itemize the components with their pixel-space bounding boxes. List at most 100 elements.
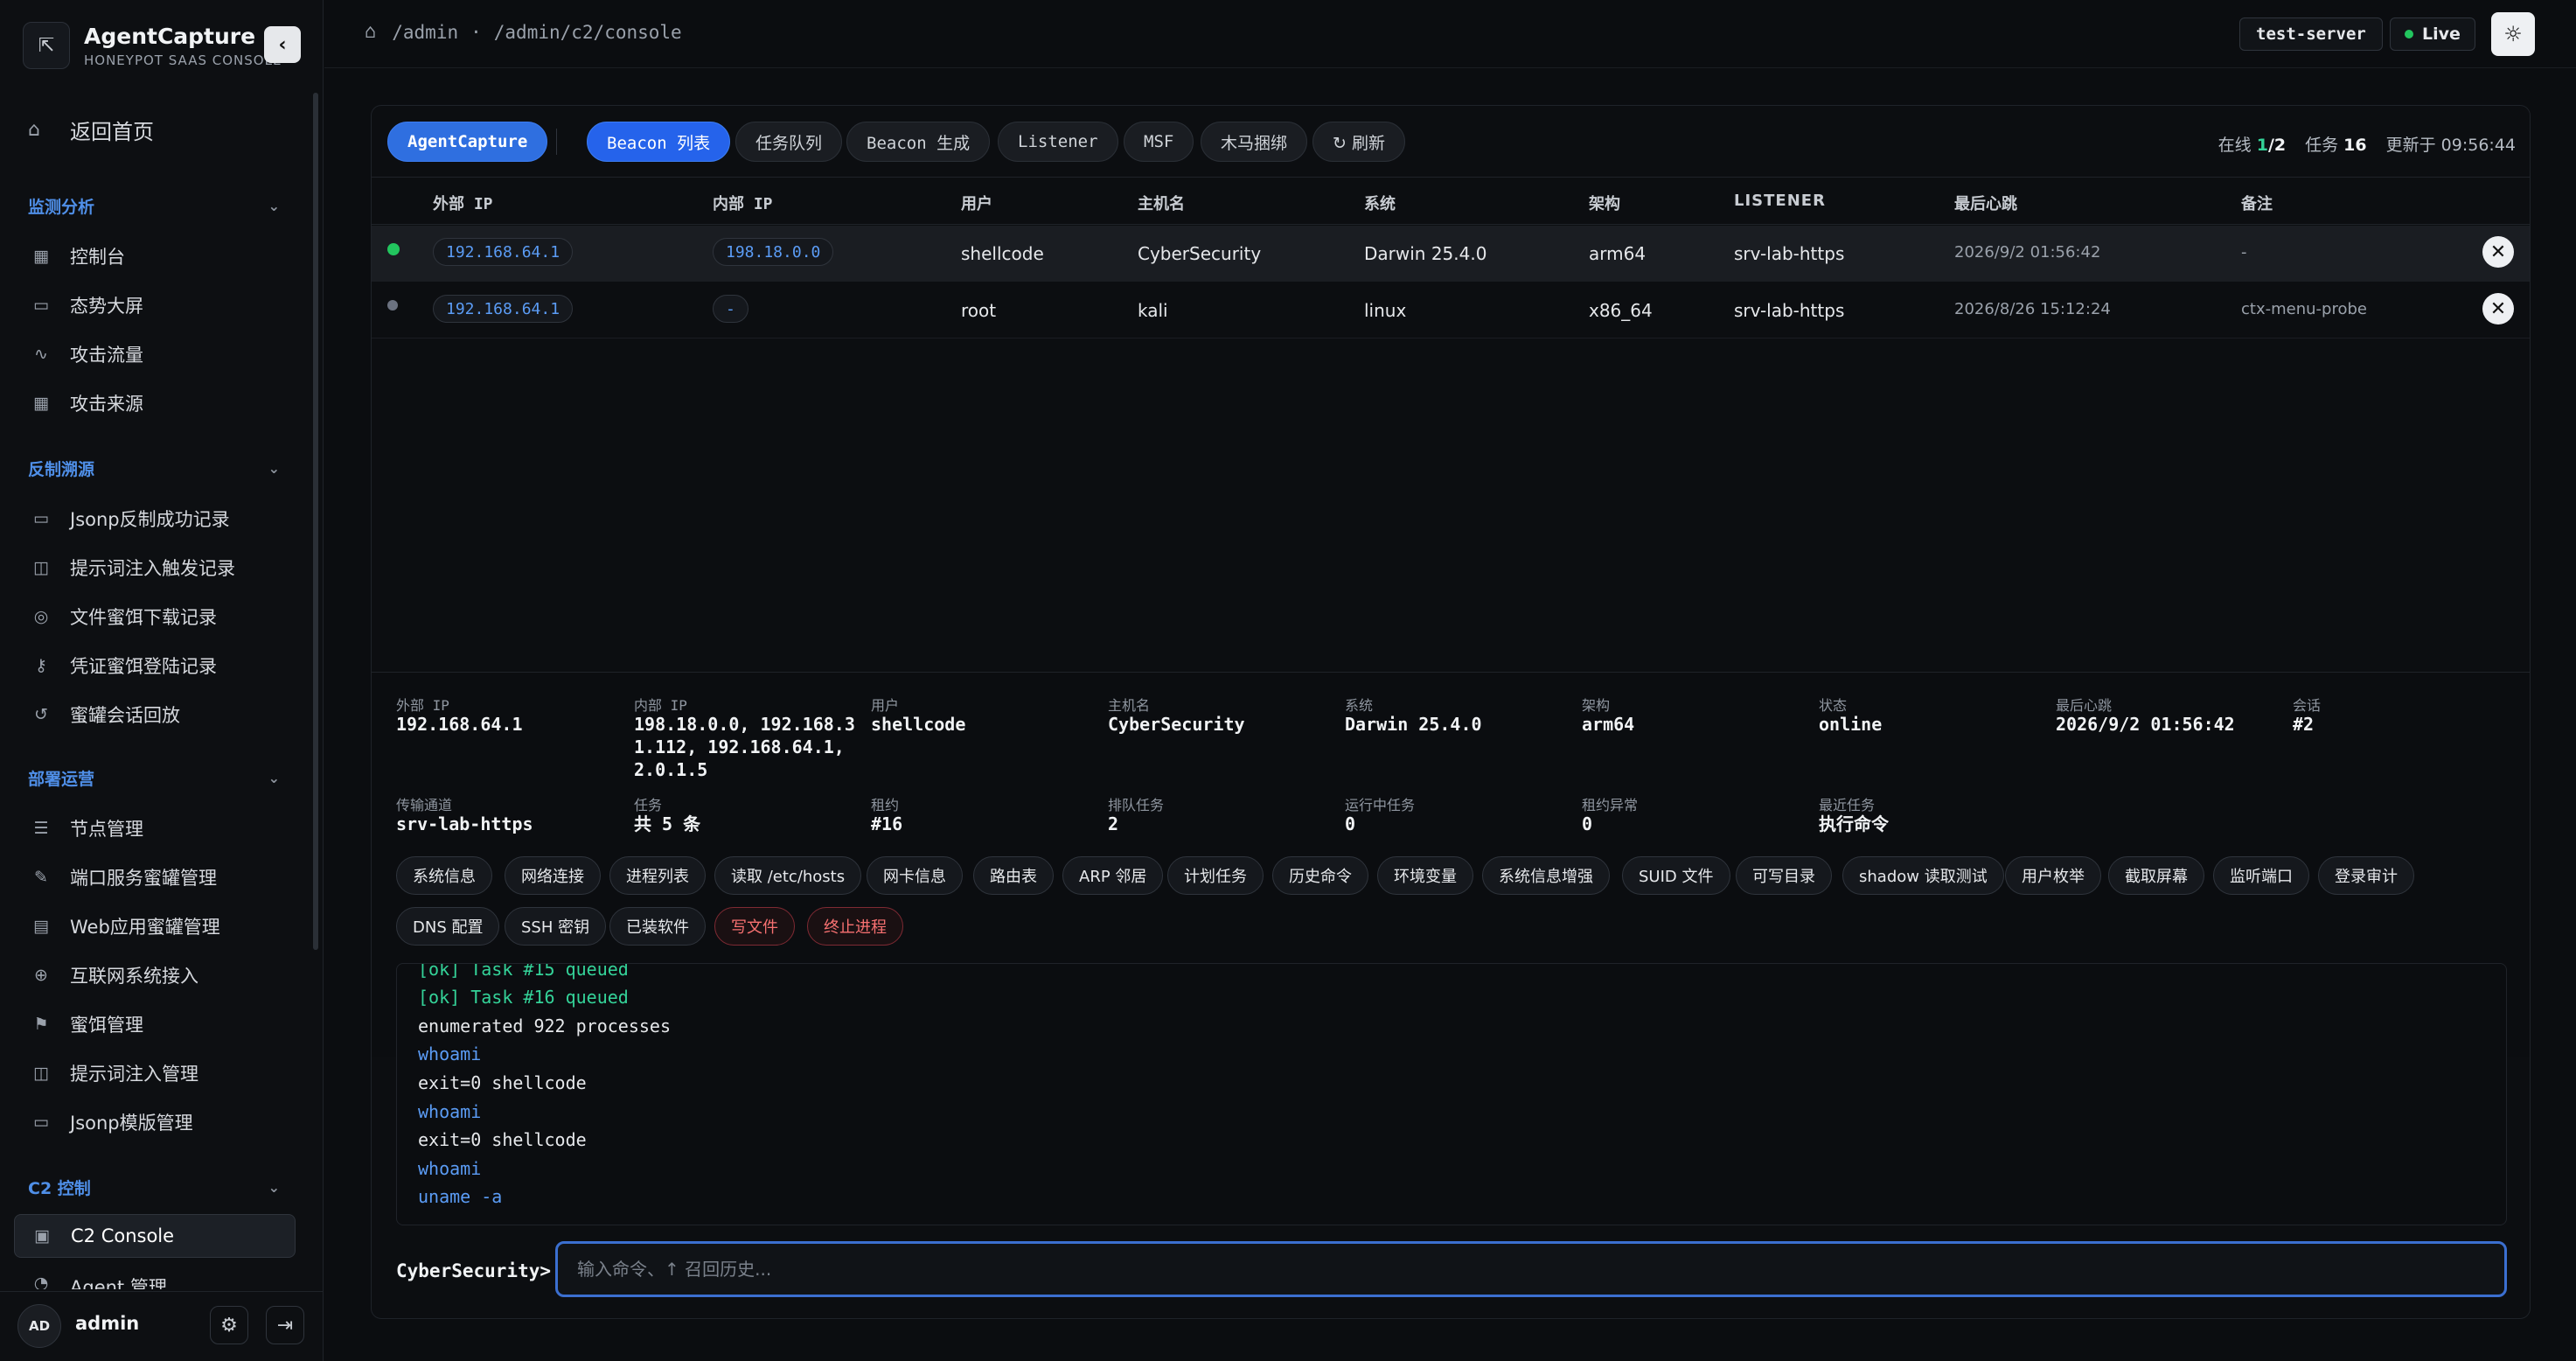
sun-icon: ☼: [2503, 22, 2523, 46]
internal-ip-chip[interactable]: 198.18.0.0: [713, 238, 834, 266]
sidebar-item-jsonp-records[interactable]: ▭ Jsonp反制成功记录: [14, 497, 296, 541]
sidebar-item-node-management[interactable]: ☰ 节点管理: [14, 806, 296, 850]
avatar[interactable]: AD: [17, 1304, 61, 1348]
collapse-sidebar-button[interactable]: ‹: [264, 26, 301, 63]
server-selector[interactable]: test-server: [2239, 17, 2383, 51]
action-scheduled-tasks[interactable]: 计划任务: [1167, 856, 1264, 895]
brand-tab[interactable]: AgentCapture: [387, 122, 548, 162]
sidebar-item-session-replay[interactable]: ↺ 蜜罐会话回放: [14, 693, 296, 736]
target-icon: ◎: [33, 607, 49, 626]
col-note[interactable]: 备注: [2241, 192, 2273, 214]
brand[interactable]: ⇱ AgentCapture HONEYPOT SAAS CONSOLE: [23, 21, 282, 70]
action-writable-dirs[interactable]: 可写目录: [1736, 856, 1832, 895]
section-c2-control[interactable]: C2 控制 ⌄: [28, 1174, 280, 1200]
live-status-badge[interactable]: Live: [2390, 17, 2475, 51]
section-deployment[interactable]: 部署运营 ⌄: [28, 764, 280, 791]
sidebar-item-situation-screen[interactable]: ▭ 态势大屏: [14, 283, 296, 327]
sidebar-item-agent-management[interactable]: ◔ Agent 管理: [14, 1263, 296, 1289]
action-system-info[interactable]: 系统信息: [396, 856, 492, 895]
detail-label-transport: 传输通道: [396, 797, 453, 813]
remove-beacon-button[interactable]: ✕: [2482, 236, 2514, 268]
col-hostname[interactable]: 主机名: [1138, 192, 1185, 214]
action-route-table[interactable]: 路由表: [973, 856, 1054, 895]
tab-bar: AgentCapture Beacon 列表 任务队列 Beacon 生成 Li…: [372, 106, 2530, 178]
col-internal-ip[interactable]: 内部 IP: [713, 192, 773, 214]
action-user-enum[interactable]: 用户枚举: [2005, 856, 2101, 895]
detail-lease: #16: [871, 813, 903, 834]
sidebar-item-jsonp-templates[interactable]: ▭ Jsonp模版管理: [14, 1100, 296, 1144]
action-system-info-enhanced[interactable]: 系统信息增强: [1482, 856, 1610, 895]
col-external-ip[interactable]: 外部 IP: [433, 192, 493, 214]
back-home-link[interactable]: ⌂ 返回首页: [28, 114, 154, 145]
sidebar-item-attack-traffic[interactable]: ∿ 攻击流量: [14, 332, 296, 376]
gear-icon: ⚙: [220, 1314, 238, 1337]
detail-status: online: [1819, 714, 1883, 735]
action-dns-config[interactable]: DNS 配置: [396, 907, 500, 946]
tab-beacon-list[interactable]: Beacon 列表: [587, 122, 731, 162]
col-last-heartbeat[interactable]: 最后心跳: [1954, 192, 2017, 214]
col-user[interactable]: 用户: [961, 192, 992, 214]
table-row[interactable]: 192.168.64.1 - root kali linux x86_64 sr…: [372, 283, 2530, 339]
sidebar-item-attack-source[interactable]: ▦ 攻击来源: [14, 381, 296, 425]
refresh-button[interactable]: ↻ 刷新: [1312, 122, 1405, 162]
action-env-vars[interactable]: 环境变量: [1377, 856, 1473, 895]
tab-task-queue[interactable]: 任务队列: [735, 122, 843, 162]
table-row[interactable]: 192.168.64.1 198.18.0.0 shellcode CyberS…: [372, 226, 2530, 282]
col-arch[interactable]: 架构: [1589, 192, 1620, 214]
sidebar-item-label: 蜜罐会话回放: [70, 705, 180, 726]
beacon-table-header: 外部 IP 内部 IP 用户 主机名 系统 架构 LISTENER 最后心跳 备…: [372, 178, 2530, 225]
logout-button[interactable]: ⇥: [266, 1306, 304, 1344]
action-network-connections[interactable]: 网络连接: [505, 856, 601, 895]
section-monitoring[interactable]: 监测分析 ⌄: [28, 192, 280, 219]
console-line: whoami: [418, 1101, 482, 1122]
action-listening-ports[interactable]: 监听端口: [2213, 856, 2309, 895]
action-installed-software[interactable]: 已装软件: [609, 907, 706, 946]
action-screenshot[interactable]: 截取屏幕: [2108, 856, 2204, 895]
tab-trojan-bundle[interactable]: 木马捆绑: [1201, 122, 1308, 162]
breadcrumb-root[interactable]: /admin: [392, 22, 458, 43]
remove-beacon-button[interactable]: ✕: [2482, 293, 2514, 325]
action-write-file[interactable]: 写文件: [714, 907, 795, 946]
sidebar-item-web-honeypot[interactable]: ▤ Web应用蜜罐管理: [14, 904, 296, 948]
command-input[interactable]: [555, 1241, 2507, 1297]
sidebar-item-credential-bait-records[interactable]: ⚷ 凭证蜜饵登陆记录: [14, 644, 296, 687]
home-icon: ⌂: [28, 118, 40, 141]
action-suid-files[interactable]: SUID 文件: [1622, 856, 1730, 895]
tab-listener[interactable]: Listener: [998, 122, 1118, 162]
action-login-audit[interactable]: 登录审计: [2318, 856, 2414, 895]
col-listener[interactable]: LISTENER: [1734, 192, 1826, 210]
section-countermeasure[interactable]: 反制溯源 ⌄: [28, 455, 280, 481]
detail-internal-ip-line3: 2.0.1.5: [634, 759, 708, 780]
action-shadow-read-test[interactable]: shadow 读取测试: [1842, 856, 2004, 895]
sidebar-item-c2-console[interactable]: ▣ C2 Console: [14, 1214, 296, 1258]
console-output[interactable]: [ok] Task #15 queued [ok] Task #16 queue…: [396, 963, 2507, 1225]
action-kill-process[interactable]: 终止进程: [807, 907, 903, 946]
internal-ip-chip[interactable]: -: [713, 295, 748, 323]
col-os[interactable]: 系统: [1364, 192, 1396, 214]
tab-msf[interactable]: MSF: [1124, 122, 1194, 162]
sidebar-item-file-bait-records[interactable]: ◎ 文件蜜饵下载记录: [14, 595, 296, 639]
detail-label-user: 用户: [871, 697, 900, 714]
sidebar-item-prompt-injection-management[interactable]: ◫ 提示词注入管理: [14, 1051, 296, 1095]
updated-time: 更新于 09:56:44: [2385, 136, 2516, 155]
sidebar-scrollbar[interactable]: [313, 93, 318, 950]
settings-button[interactable]: ⚙: [210, 1306, 248, 1344]
action-read-hosts[interactable]: 读取 /etc/hosts: [714, 856, 862, 895]
sidebar-item-prompt-injection-records[interactable]: ◫ 提示词注入触发记录: [14, 546, 296, 590]
action-nic-info[interactable]: 网卡信息: [867, 856, 963, 895]
sidebar-item-internet-access[interactable]: ⊕ 互联网系统接入: [14, 953, 296, 997]
external-ip-chip[interactable]: 192.168.64.1: [433, 238, 574, 266]
theme-toggle-button[interactable]: ☼: [2491, 12, 2535, 56]
action-ssh-keys[interactable]: SSH 密钥: [505, 907, 607, 946]
action-arp-neighbors[interactable]: ARP 邻居: [1062, 856, 1164, 895]
detail-arch: arm64: [1582, 714, 1635, 735]
sidebar-item-dashboard[interactable]: ▦ 控制台: [14, 234, 296, 278]
back-home-label: 返回首页: [70, 119, 154, 144]
action-history-commands[interactable]: 历史命令: [1272, 856, 1368, 895]
tab-beacon-generate[interactable]: Beacon 生成: [846, 122, 991, 162]
home-icon[interactable]: ⌂: [365, 21, 376, 43]
action-process-list[interactable]: 进程列表: [609, 856, 706, 895]
sidebar-item-bait-management[interactable]: ⚑ 蜜饵管理: [14, 1002, 296, 1046]
external-ip-chip[interactable]: 192.168.64.1: [433, 295, 574, 323]
sidebar-item-port-honeypot[interactable]: ✎ 端口服务蜜罐管理: [14, 855, 296, 899]
